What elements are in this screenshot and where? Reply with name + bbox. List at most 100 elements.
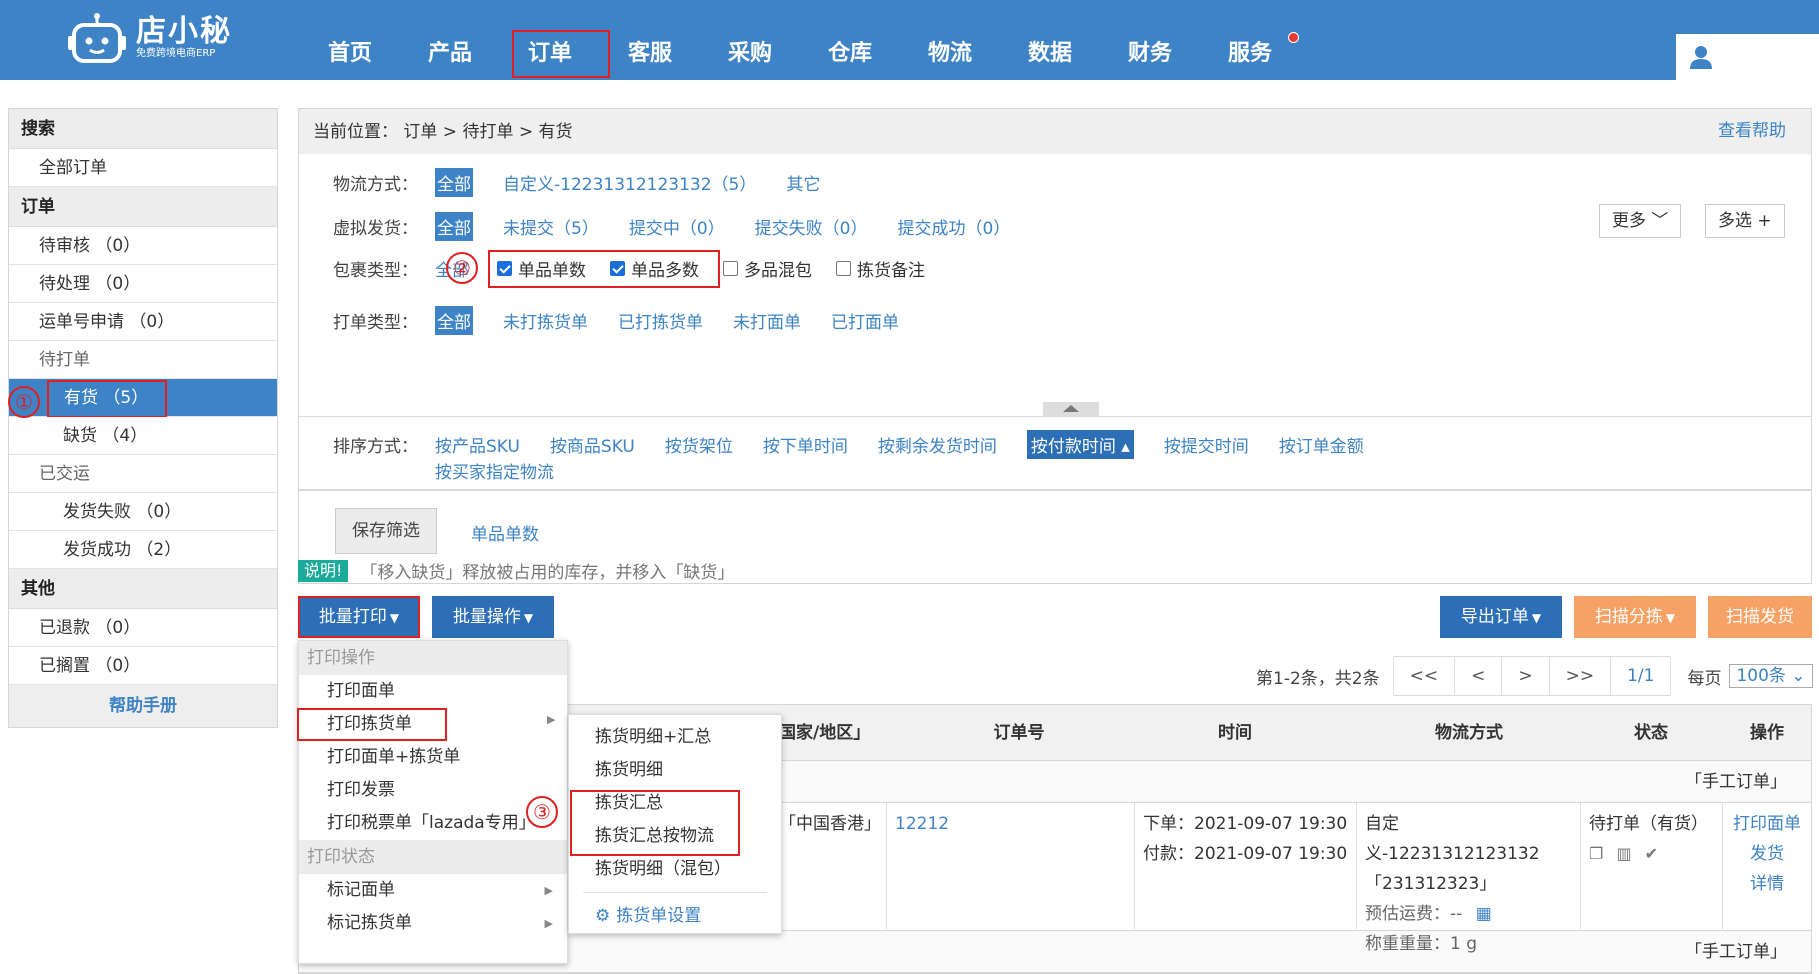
sort-option[interactable]: 按订单金额: [1279, 432, 1364, 457]
per-page-select[interactable]: 100条 ⌄: [1729, 664, 1813, 688]
next-page-button[interactable]: >: [1501, 656, 1550, 696]
filter-row-print: 打单类型： 全部 未打拣货单 已打拣货单 未打面单 已打面单: [333, 306, 929, 335]
sidebar-item-pending-review[interactable]: 待审核 （0）: [9, 227, 277, 265]
filter-option[interactable]: 提交失败（0）: [755, 214, 868, 239]
details-link[interactable]: 详情: [1731, 869, 1803, 899]
filter-option[interactable]: 已打拣货单: [618, 308, 703, 333]
tracking-number: 「231312323」: [1365, 874, 1497, 894]
filter-option[interactable]: 提交中（0）: [629, 214, 725, 239]
sort-option[interactable]: 按下单时间: [763, 432, 848, 457]
user-menu[interactable]: [1676, 34, 1819, 80]
robot-logo-icon: [66, 12, 128, 64]
batch-op-button[interactable]: 批量操作 ▼: [432, 596, 554, 638]
filter-option[interactable]: 未提交（5）: [503, 214, 599, 239]
collapse-toggle[interactable]: [1043, 402, 1099, 416]
barcode-icon[interactable]: ▥: [1616, 844, 1631, 863]
sidebar-item-refunded[interactable]: 已退款 （0）: [9, 609, 277, 647]
menu-item-print-picklist[interactable]: 打印拣货单: [297, 708, 447, 741]
filter-option-selected[interactable]: 全部: [435, 168, 473, 197]
nav-home[interactable]: 首页: [300, 0, 400, 80]
sidebar-item-ship-ok[interactable]: 发货成功 （2）: [9, 531, 277, 569]
sidebar-item-shipped[interactable]: 已交运: [9, 455, 277, 493]
copy-icon[interactable]: ❐: [1589, 844, 1603, 863]
export-orders-button[interactable]: 导出订单 ▼: [1440, 596, 1562, 638]
gear-icon: ⚙: [595, 906, 611, 926]
checkbox-pick-note[interactable]: 拣货备注: [836, 256, 925, 281]
nav-purchase[interactable]: 采购: [700, 0, 800, 80]
menu-item-print-invoice[interactable]: 打印发票: [299, 774, 567, 807]
menu-item-mark-label[interactable]: 标记面单 ▶: [299, 874, 567, 907]
nav-data[interactable]: 数据: [1000, 0, 1100, 80]
checkbox-mixed[interactable]: 多品混包: [723, 256, 812, 281]
menu-item-label: 标记面单: [327, 880, 395, 900]
checkbox-unchecked[interactable]: [836, 261, 851, 276]
sidebar-item-pending-process[interactable]: 待处理 （0）: [9, 265, 277, 303]
last-page-button[interactable]: >>: [1548, 656, 1612, 696]
sort-option-selected[interactable]: 按付款时间 ▴: [1026, 430, 1134, 459]
scan-sort-button[interactable]: 扫描分拣 ▼: [1574, 596, 1696, 638]
saved-filter-link[interactable]: 单品单数: [471, 520, 539, 545]
save-filter-button[interactable]: 保存筛选: [335, 508, 437, 554]
filter-option[interactable]: 未打面单: [733, 308, 801, 333]
freight-estimate: 预估运费：-- ▦: [1365, 899, 1572, 929]
menu-item-label: 打印拣货单: [327, 714, 412, 734]
batch-op-label: 批量操作: [452, 607, 521, 627]
filter-option-selected[interactable]: 全部: [435, 212, 473, 241]
help-manual-link[interactable]: 帮助手册: [9, 685, 277, 727]
sort-option[interactable]: 按产品SKU: [435, 432, 520, 457]
logo[interactable]: 店小秘 免费跨境电商ERP: [66, 12, 232, 64]
sidebar-item-tracking-apply[interactable]: 运单号申请 （0）: [9, 303, 277, 341]
more-button[interactable]: 更多 ﹀: [1599, 204, 1682, 238]
nav-logistics[interactable]: 物流: [900, 0, 1000, 80]
check-icon[interactable]: ✔: [1645, 844, 1658, 863]
nav-finance[interactable]: 财务: [1100, 0, 1200, 80]
sidebar-item-all-orders[interactable]: 全部订单: [9, 149, 277, 187]
filter-option[interactable]: 未打拣货单: [503, 308, 588, 333]
sort-option[interactable]: 按货架位: [665, 432, 733, 457]
prev-page-button[interactable]: <: [1454, 656, 1503, 696]
first-page-button[interactable]: <<: [1392, 656, 1456, 696]
sidebar-item-ship-fail[interactable]: 发货失败 （0）: [9, 493, 277, 531]
calculator-icon[interactable]: ▦: [1476, 904, 1492, 924]
sidebar-item-in-stock[interactable]: 有货 （5）: [9, 379, 277, 418]
filter-option[interactable]: 其它: [786, 170, 820, 195]
cell-country: 「中国香港」: [771, 803, 887, 931]
nav-products[interactable]: 产品: [400, 0, 500, 80]
sort-option[interactable]: 按买家指定物流: [435, 458, 554, 483]
filter-option[interactable]: 已打面单: [831, 308, 899, 333]
picklist-settings-link[interactable]: ⚙ 拣货单设置: [569, 899, 781, 933]
sort-option[interactable]: 按商品SKU: [550, 432, 635, 457]
nav-warehouse[interactable]: 仓库: [800, 0, 900, 80]
nav-service[interactable]: 客服: [600, 0, 700, 80]
sidebar-item-out-of-stock[interactable]: 缺货 （4）: [9, 417, 277, 455]
order-number-link[interactable]: 12212: [895, 814, 949, 834]
filter-option-selected[interactable]: 全部: [435, 306, 473, 335]
nav-orders[interactable]: 订单: [500, 0, 610, 80]
print-label-link[interactable]: 打印面单: [1731, 809, 1803, 839]
help-link[interactable]: 查看帮助: [1718, 108, 1786, 154]
highlight-box: [570, 790, 740, 856]
page-indicator[interactable]: 1/1: [1610, 656, 1672, 696]
filter-label: 虚拟发货：: [333, 219, 418, 239]
scan-ship-button[interactable]: 扫描发货: [1708, 596, 1812, 638]
menu-item-detail-mixed[interactable]: 拣货明细（混包）: [569, 853, 781, 886]
menu-item-print-label[interactable]: 打印面单: [299, 675, 567, 708]
menu-item-print-label-picklist[interactable]: 打印面单+拣货单: [299, 741, 567, 774]
sort-option[interactable]: 按提交时间: [1164, 432, 1249, 457]
menu-item-detail[interactable]: 拣货明细: [569, 754, 781, 787]
cell-ops: 打印面单 发货 详情: [1723, 803, 1811, 931]
sidebar-item-to-print[interactable]: 待打单: [9, 341, 277, 379]
checkbox-unchecked[interactable]: [723, 261, 738, 276]
multi-select-button[interactable]: 多选 +: [1705, 204, 1785, 238]
sidebar: 搜索 全部订单 订单 待审核 （0） 待处理 （0） 运单号申请 （0） 待打单…: [8, 108, 278, 728]
sidebar-item-shelved[interactable]: 已搁置 （0）: [9, 647, 277, 685]
menu-item-mark-picklist[interactable]: 标记拣货单 ▶: [299, 907, 567, 940]
filter-option[interactable]: 提交成功（0）: [897, 214, 1010, 239]
nav-services[interactable]: 服务: [1200, 0, 1300, 80]
ship-link[interactable]: 发货: [1731, 839, 1803, 869]
filter-option[interactable]: 自定义-12231312123132（5）: [503, 170, 756, 195]
filter-label: 打单类型：: [333, 313, 418, 333]
menu-item-detail-summary[interactable]: 拣货明细+汇总: [569, 721, 781, 754]
sort-option[interactable]: 按剩余发货时间: [878, 432, 997, 457]
batch-print-button[interactable]: 批量打印 ▼: [298, 596, 420, 638]
